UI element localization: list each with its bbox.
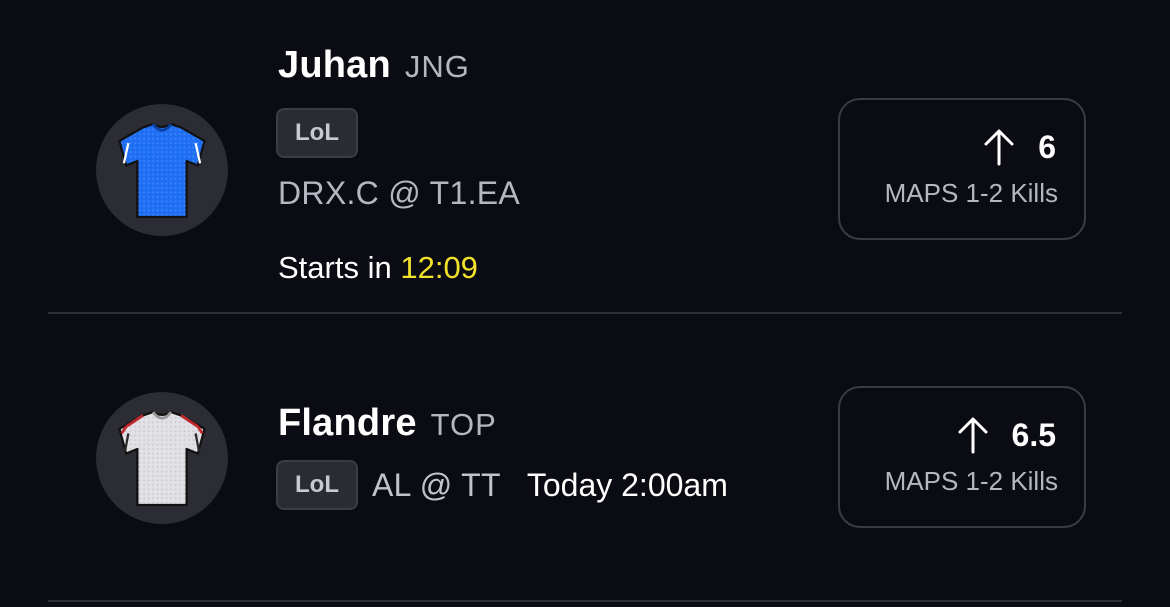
stat-value: 6.5 [1011, 416, 1056, 453]
player-name-line: Flandre TOP [278, 402, 497, 445]
player-name: Juhan [278, 44, 391, 86]
league-badge: LoL [276, 460, 358, 510]
projection-stat-button[interactable]: 6.5 MAPS 1-2 Kills [838, 386, 1086, 528]
start-time: Today 2:00am [526, 466, 728, 503]
matchup-text: AL @ TT [372, 466, 501, 503]
matchup-text: DRX.C @ T1.EA [278, 175, 521, 211]
stat-top: 6.5 [956, 416, 1056, 454]
player-avatar [96, 104, 228, 236]
start-prefix: Starts in [278, 250, 392, 285]
player-position: JNG [404, 49, 470, 84]
white-jersey-icon [118, 410, 206, 507]
arrow-up-icon [958, 417, 988, 454]
projection-card-juhan[interactable]: Juhan JNG LoL DRX.C @ T1.EA Starts in 12… [0, 0, 1170, 314]
blue-jersey-icon [118, 122, 206, 219]
countdown-time: 12:09 [400, 250, 478, 285]
arrow-up-icon [984, 129, 1014, 166]
stat-top: 6 [982, 128, 1056, 166]
stat-label: MAPS 1-2 Kills [884, 466, 1058, 496]
league-badge: LoL [276, 108, 358, 158]
player-avatar [96, 392, 228, 524]
player-name-line: Juhan JNG [278, 44, 470, 87]
stat-label: MAPS 1-2 Kills [884, 178, 1058, 208]
row-divider [48, 600, 1122, 602]
projection-stat-button[interactable]: 6 MAPS 1-2 Kills [838, 98, 1086, 240]
match-info-line: LoL AL @ TT Today 2:00am [276, 460, 728, 510]
projection-card-flandre[interactable]: Flandre TOP LoL AL @ TT Today 2:00am 6.5… [0, 314, 1170, 607]
stat-value: 6 [1038, 128, 1056, 165]
player-name: Flandre [278, 402, 417, 444]
player-position: TOP [430, 407, 497, 442]
start-countdown: Starts in 12:09 [278, 250, 478, 286]
